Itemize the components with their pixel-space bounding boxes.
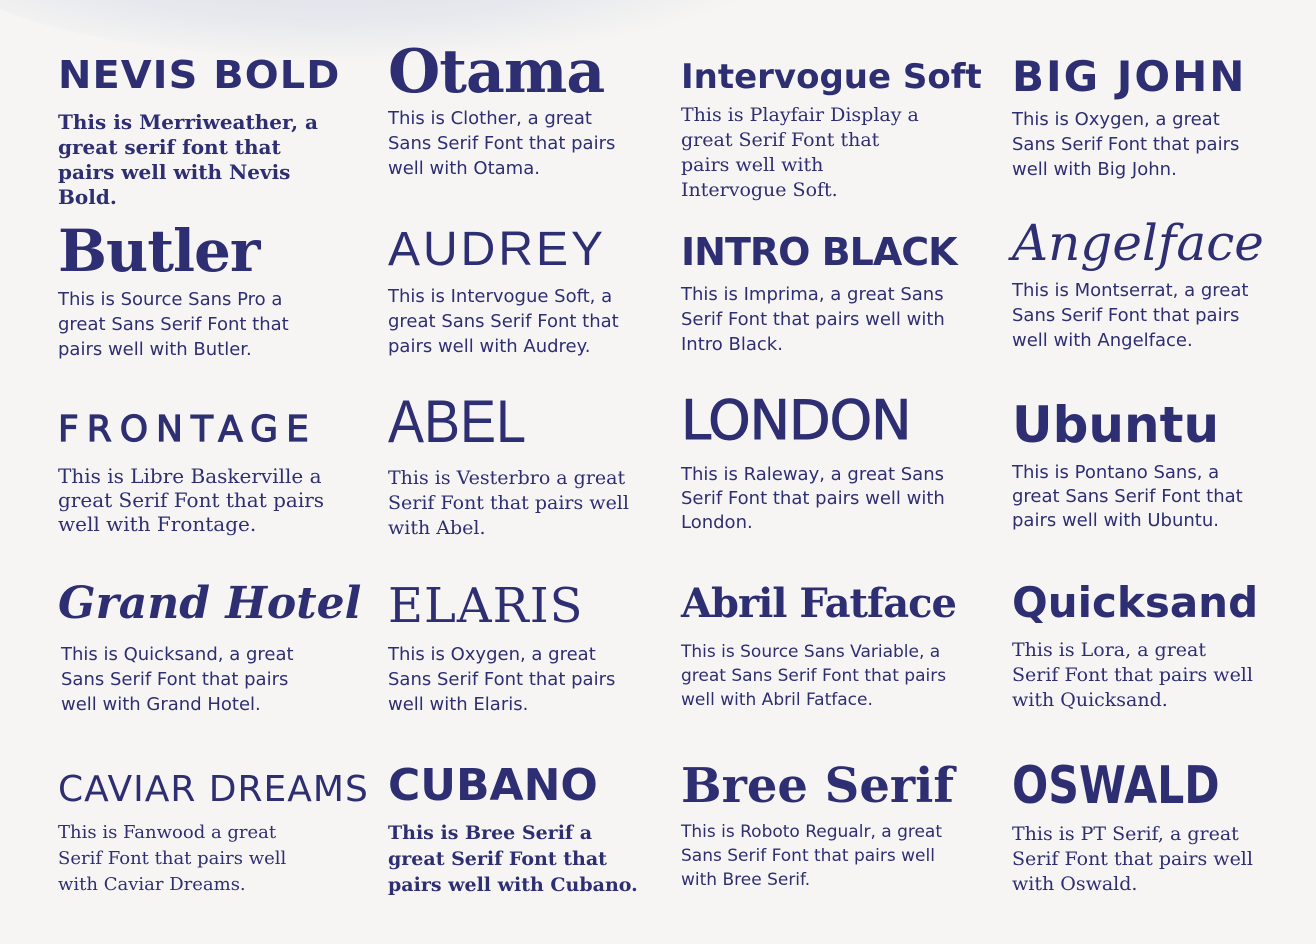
pairing-heading: Ubuntu — [1012, 396, 1220, 454]
pairing-card: LONDON This is Raleway, a great Sans Ser… — [681, 389, 981, 535]
pairing-card: NEVIS BOLD This is Merriweather, a great… — [58, 56, 358, 210]
pairing-card: Otama This is Clother, a great Sans Seri… — [388, 42, 688, 181]
pairing-heading: CUBANO — [388, 760, 598, 811]
pairing-card: CUBANO This is Bree Serif a great Serif … — [388, 764, 688, 898]
pairing-description: This is Raleway, a great Sans Serif Font… — [681, 464, 945, 533]
pairing-heading: Quicksand — [1012, 578, 1259, 627]
pairing-description: This is Source Sans Pro a great Sans Ser… — [58, 289, 289, 360]
pairing-description: This is Fanwood a great Serif Font that … — [58, 822, 287, 895]
pairing-heading: OSWALD — [1012, 756, 1220, 816]
pairing-card: Grand Hotel This is Quicksand, a great S… — [58, 578, 362, 717]
pairing-description: This is Merriweather, a great serif font… — [58, 110, 318, 209]
pairing-heading: NEVIS BOLD — [58, 53, 341, 97]
pairing-heading: LONDON — [681, 389, 913, 452]
pairing-card: CAVIAR DREAMS This is Fanwood a great Se… — [58, 769, 369, 898]
pairing-card: OSWALD This is PT Serif, a great Serif F… — [1012, 760, 1312, 897]
pairing-description: This is Roboto Regualr, a great Sans Ser… — [681, 822, 943, 890]
pairing-heading: Abril Fatface — [681, 580, 957, 627]
pairing-heading: INTRO BLACK — [681, 230, 958, 274]
pairing-description: This is Quicksand, a great Sans Serif Fo… — [61, 644, 294, 715]
pairing-card: Quicksand This is Lora, a great Serif Fo… — [1012, 582, 1312, 713]
pairing-card: ABEL This is Vesterbro a great Serif Fon… — [388, 392, 688, 541]
pairing-description: This is Source Sans Variable, a great Sa… — [681, 642, 947, 710]
pairing-card: AUDREY This is Intervogue Soft, a great … — [388, 226, 688, 359]
pairing-description: This is Vesterbro a great Serif Font tha… — [388, 467, 629, 539]
pairing-card: Abril Fatface This is Source Sans Variab… — [681, 584, 981, 712]
pairing-card: Intervogue Soft This is Playfair Display… — [681, 57, 982, 203]
pairing-card: Bree Serif This is Roboto Regualr, a gre… — [681, 762, 981, 892]
pairing-description: This is Clother, a great Sans Serif Font… — [388, 108, 616, 179]
pairing-card: Ubuntu This is Pontano Sans, a great San… — [1012, 400, 1312, 533]
pairing-heading: CAVIAR DREAMS — [58, 769, 369, 810]
pairing-heading: Intervogue Soft — [681, 57, 982, 97]
pairing-heading: FRONTAGE — [57, 409, 317, 450]
pairing-heading: Angelface — [1012, 214, 1264, 272]
pairing-heading: Otama — [388, 37, 605, 107]
pairing-card: FRONTAGE This is Libre Baskerville a gre… — [57, 409, 358, 536]
pairing-description: This is Playfair Display a great Serif F… — [681, 104, 919, 201]
pairing-heading: Butler — [58, 217, 260, 285]
pairing-card: Butler This is Source Sans Pro a great S… — [58, 222, 358, 362]
pairing-heading: ABEL — [388, 388, 527, 455]
pairing-heading: Grand Hotel — [58, 578, 362, 629]
pairing-heading: ELARIS — [388, 578, 584, 634]
pairing-description: This is Bree Serif a great Serif Font th… — [388, 822, 638, 896]
pairing-description: This is Oxygen, a great Sans Serif Font … — [1012, 109, 1240, 180]
pairing-heading: BIG JOHN — [1012, 52, 1247, 101]
pairing-description: This is Montserrat, a great Sans Serif F… — [1012, 280, 1249, 351]
pairing-description: This is Oxygen, a great Sans Serif Font … — [388, 644, 616, 715]
pairing-description: This is Intervogue Soft, a great Sans Se… — [388, 286, 619, 357]
pairing-description: This is Imprima, a great Sans Serif Font… — [681, 284, 945, 355]
pairing-description: This is PT Serif, a great Serif Font tha… — [1012, 823, 1253, 895]
pairing-card: BIG JOHN This is Oxygen, a great Sans Se… — [1012, 56, 1312, 182]
pairing-card: Angelface This is Montserrat, a great Sa… — [1012, 218, 1312, 353]
pairing-card: INTRO BLACK This is Imprima, a great San… — [681, 233, 981, 357]
font-pairing-grid: NEVIS BOLD This is Merriweather, a great… — [0, 0, 1316, 944]
pairing-description: This is Lora, a great Serif Font that pa… — [1012, 639, 1253, 711]
pairing-heading: Bree Serif — [681, 758, 955, 814]
pairing-card: ELARIS This is Oxygen, a great Sans Seri… — [388, 582, 688, 717]
pairing-heading: AUDREY — [388, 223, 607, 276]
pairing-description: This is Pontano Sans, a great Sans Serif… — [1012, 462, 1243, 531]
pairing-description: This is Libre Baskerville a great Serif … — [58, 464, 325, 536]
